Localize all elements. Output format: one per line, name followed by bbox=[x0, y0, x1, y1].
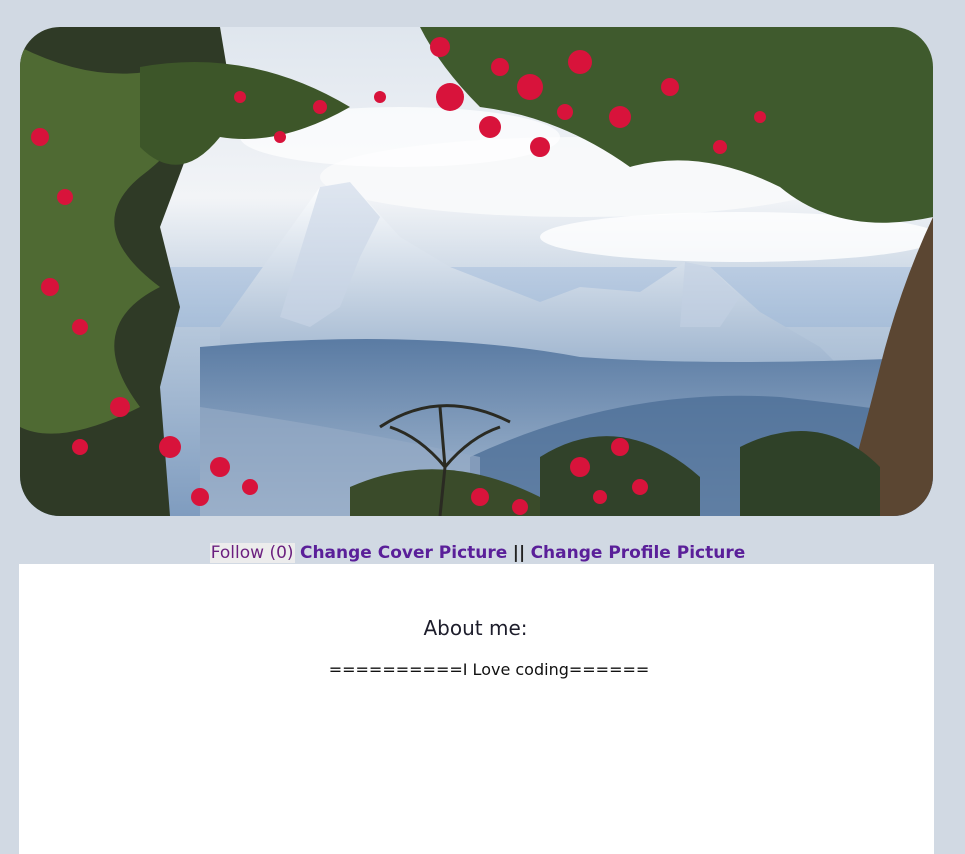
cover-photo bbox=[20, 27, 933, 516]
about-text: ==========I Love coding====== bbox=[328, 660, 650, 679]
change-cover-picture-link[interactable]: Change Cover Picture bbox=[300, 543, 507, 563]
cover-photo-mountain-scene bbox=[20, 27, 933, 516]
change-profile-picture-link[interactable]: Change Profile Picture bbox=[531, 543, 746, 563]
about-panel: About me: ==========I Love coding====== bbox=[19, 564, 934, 854]
follow-label: Follow bbox=[210, 543, 265, 563]
profile-actions: Follow (0) Change Cover Picture || Chang… bbox=[0, 542, 955, 564]
about-heading: About me: bbox=[423, 616, 528, 640]
follow-count: (0) bbox=[269, 543, 294, 563]
action-separator: || bbox=[512, 543, 526, 563]
follow-button[interactable]: Follow (0) bbox=[209, 543, 295, 563]
